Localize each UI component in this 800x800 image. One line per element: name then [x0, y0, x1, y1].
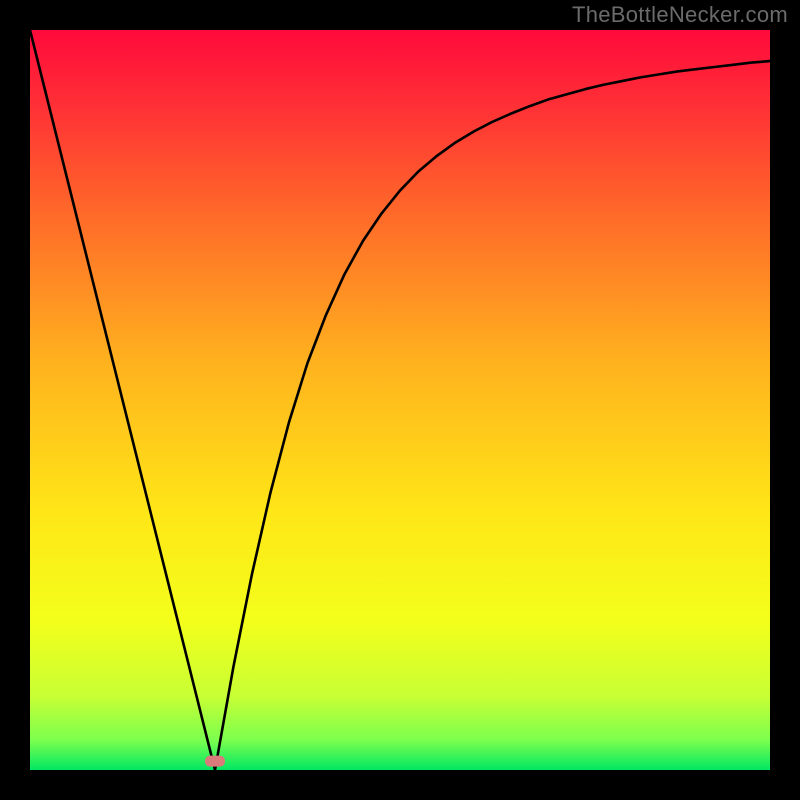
chart-svg: [30, 30, 770, 770]
min-point-marker: [205, 756, 225, 767]
chart-plot: [30, 30, 770, 770]
watermark-label: TheBottleNecker.com: [572, 2, 788, 28]
gradient-background: [30, 30, 770, 770]
chart-frame: TheBottleNecker.com: [0, 0, 800, 800]
